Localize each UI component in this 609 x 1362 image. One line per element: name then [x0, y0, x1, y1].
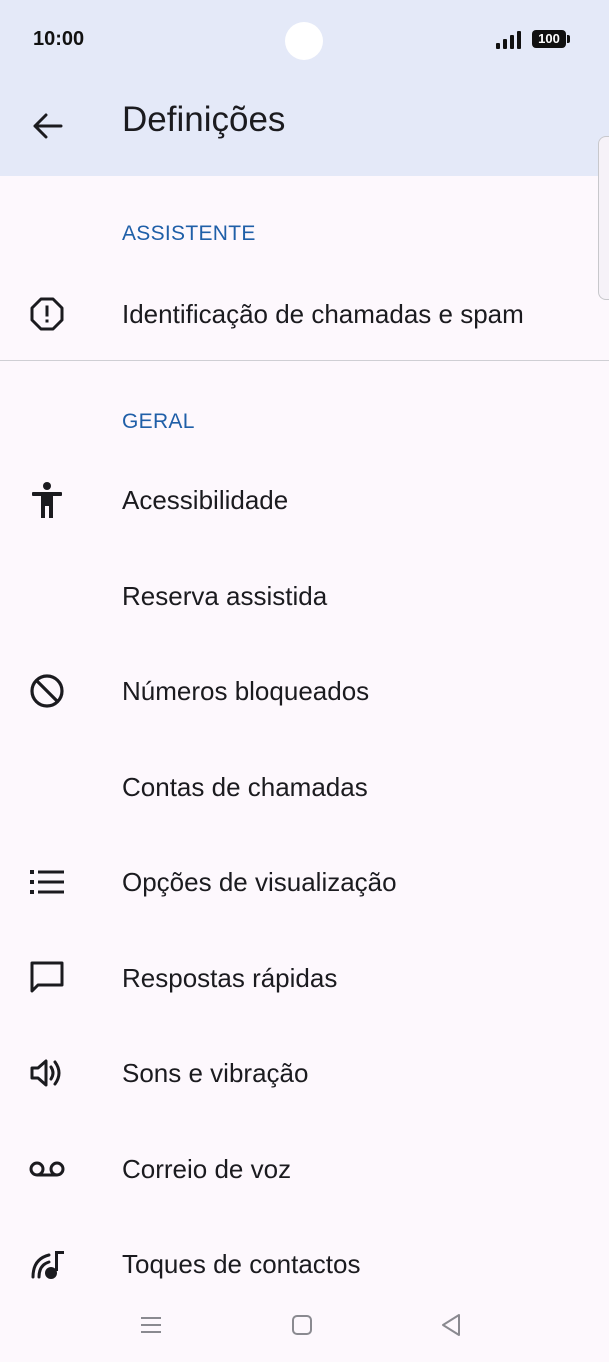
setting-accessibility[interactable]: Acessibilidade	[0, 452, 609, 547]
setting-sounds-vibration[interactable]: Sons e vibração	[0, 1025, 609, 1120]
divider	[0, 360, 609, 361]
setting-label: Números bloqueados	[122, 676, 370, 706]
menu-icon	[141, 1317, 161, 1333]
app-bar: Definições	[0, 80, 609, 176]
setting-label: Opções de visualização	[122, 867, 397, 897]
setting-voicemail[interactable]: Correio de voz	[0, 1121, 609, 1216]
setting-calling-accounts[interactable]: Contas de chamadas	[0, 739, 609, 834]
setting-blocked-numbers[interactable]: Números bloqueados	[0, 643, 609, 738]
chat-bubble-icon	[26, 957, 68, 999]
setting-label: Toques de contactos	[122, 1249, 361, 1279]
section-header-general: GERAL	[122, 410, 195, 433]
back-triangle-icon	[442, 1314, 460, 1336]
voicemail-icon	[26, 1148, 68, 1190]
menu-nav-button[interactable]	[136, 1310, 166, 1340]
setting-caller-id-spam[interactable]: Identificação de chamadas e spam	[0, 266, 609, 361]
setting-label: Sons e vibração	[122, 1058, 309, 1088]
arrow-back-icon	[33, 113, 63, 139]
setting-assisted-dialing[interactable]: Reserva assistida	[0, 548, 609, 643]
list-icon	[26, 861, 68, 903]
signal-icon	[496, 31, 521, 49]
setting-display-options[interactable]: Opções de visualização	[0, 834, 609, 929]
home-square-icon	[292, 1315, 312, 1335]
status-bar: 10:00 100	[0, 0, 609, 80]
setting-label: Reserva assistida	[122, 581, 328, 611]
setting-label: Acessibilidade	[122, 485, 289, 515]
back-button[interactable]	[26, 104, 70, 148]
setting-label: Contas de chamadas	[122, 772, 368, 802]
section-header-assistant: ASSISTENTE	[122, 222, 256, 245]
block-icon	[26, 670, 68, 712]
navigation-bar	[0, 1286, 609, 1362]
volume-icon	[26, 1052, 68, 1094]
battery-icon: 100	[532, 30, 570, 48]
report-icon	[26, 293, 68, 335]
setting-label: Correio de voz	[122, 1154, 292, 1184]
accessibility-icon	[26, 479, 68, 521]
back-nav-button[interactable]	[436, 1310, 466, 1340]
battery-level: 100	[538, 31, 560, 46]
setting-label: Respostas rápidas	[122, 963, 338, 993]
home-nav-button[interactable]	[287, 1310, 317, 1340]
page-title: Definições	[122, 100, 286, 139]
status-time: 10:00	[33, 28, 85, 50]
ringtone-icon	[26, 1243, 68, 1285]
setting-quick-responses[interactable]: Respostas rápidas	[0, 930, 609, 1025]
front-camera-cutout	[285, 22, 323, 60]
setting-label: Identificação de chamadas e spam	[122, 299, 524, 329]
